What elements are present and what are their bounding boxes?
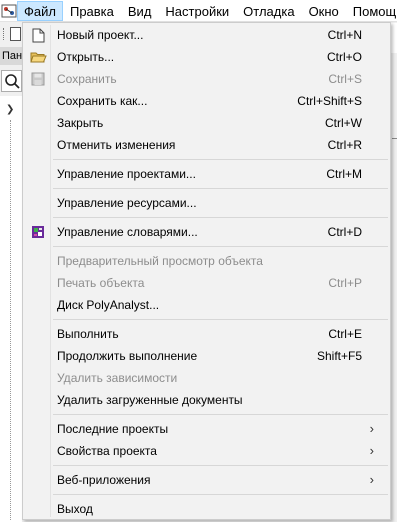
open-folder-icon [23, 46, 53, 68]
menu-window[interactable]: Окно [302, 1, 346, 21]
menu-item-open[interactable]: Открыть... Ctrl+O [23, 46, 390, 68]
save-disk-icon [23, 68, 53, 90]
menu-item-label: Сохранить [57, 72, 117, 86]
menu-item-label: Отменить изменения [57, 138, 176, 152]
menu-item-label: Веб-приложения [57, 473, 151, 487]
menu-item-shortcut: Shift+F5 [316, 349, 362, 363]
menu-item-label: Удалить загруженные документы [57, 393, 243, 407]
menu-item-close[interactable]: Закрыть Ctrl+W [23, 112, 390, 134]
menu-item-label: Последние проекты [57, 422, 169, 436]
menu-item-delete-loaded-documents[interactable]: Удалить загруженные документы [23, 389, 390, 411]
menu-item-polyanalyst-disk[interactable]: Диск PolyAnalyst... [23, 294, 390, 316]
menu-item-shortcut: Ctrl+N [327, 28, 362, 42]
menu-item-recent-projects[interactable]: Последние проекты › [23, 418, 390, 440]
app-logo-icon[interactable] [1, 1, 17, 21]
menu-item-shortcut: Ctrl+R [327, 138, 362, 152]
menu-item-shortcut: Ctrl+S [328, 72, 362, 86]
menu-debug[interactable]: Отладка [236, 1, 301, 21]
menu-item-shortcut: Ctrl+D [327, 225, 362, 239]
search-input[interactable] [1, 70, 22, 92]
menu-item-label: Управление словарями... [57, 225, 198, 239]
menu-item-save[interactable]: Сохранить Ctrl+S [23, 68, 390, 90]
file-menu-dropdown: Новый проект... Ctrl+N Открыть... Ctrl+O… [22, 22, 391, 520]
toolbar [0, 23, 22, 45]
menu-item-exit[interactable]: Выход [23, 498, 390, 520]
menu-item-label: Новый проект... [57, 28, 144, 42]
menu-item-shortcut: Ctrl+Shift+S [297, 94, 362, 108]
dictionary-icon [23, 221, 53, 243]
menu-separator [23, 411, 390, 418]
menu-help[interactable]: Помощь [346, 1, 397, 21]
menu-item-shortcut: Ctrl+P [328, 276, 362, 290]
menu-item-shortcut: Ctrl+E [328, 327, 362, 341]
menu-item-object-preview[interactable]: Предварительный просмотр объекта [23, 250, 390, 272]
menu-item-label: Управление ресурсами... [57, 196, 197, 210]
menu-separator [23, 214, 390, 221]
divider [392, 138, 397, 139]
menu-item-delete-dependencies[interactable]: Удалить зависимости [23, 367, 390, 389]
menu-separator [23, 156, 390, 163]
toolbar-grip[interactable] [3, 28, 6, 40]
tree-line [10, 120, 11, 520]
menu-separator [23, 491, 390, 498]
menu-edit[interactable]: Правка [63, 1, 121, 21]
menu-item-label: Печать объекта [57, 276, 145, 290]
menu-settings[interactable]: Настройки [158, 1, 236, 21]
menu-item-undo-changes[interactable]: Отменить изменения Ctrl+R [23, 134, 390, 156]
chevron-right-icon: › [369, 443, 374, 458]
menu-item-manage-resources[interactable]: Управление ресурсами... [23, 192, 390, 214]
menu-item-manage-projects[interactable]: Управление проектами... Ctrl+M [23, 163, 390, 185]
menu-item-label: Открыть... [57, 50, 115, 64]
menu-separator [23, 185, 390, 192]
menu-item-save-as[interactable]: Сохранить как... Ctrl+Shift+S [23, 90, 390, 112]
menu-item-manage-dictionaries[interactable]: Управление словарями... Ctrl+D [23, 221, 390, 243]
menu-item-label: Закрыть [57, 116, 104, 130]
menu-item-shortcut: Ctrl+M [326, 167, 362, 181]
menu-item-label: Продолжить выполнение [57, 349, 198, 363]
menu-file[interactable]: Файл [17, 0, 63, 21]
menu-item-label: Диск PolyAnalyst... [57, 298, 160, 312]
menu-item-shortcut: Ctrl+W [325, 116, 362, 130]
menu-item-project-properties[interactable]: Свойства проекта › [23, 440, 390, 462]
chevron-right-icon: › [369, 472, 374, 487]
menu-item-continue-execution[interactable]: Продолжить выполнение Shift+F5 [23, 345, 390, 367]
new-document-icon [23, 24, 53, 46]
menu-separator [23, 316, 390, 323]
menu-item-label: Сохранить как... [57, 94, 148, 108]
menu-bar: Файл Правка Вид Настройки Отладка Окно П… [0, 0, 397, 22]
menu-item-label: Удалить зависимости [57, 371, 178, 385]
search-icon [5, 74, 20, 89]
menu-item-label: Выход [57, 502, 93, 516]
chevron-right-icon: › [369, 421, 374, 436]
menu-item-new-project[interactable]: Новый проект... Ctrl+N [23, 24, 390, 46]
menu-item-label: Предварительный просмотр объекта [57, 254, 263, 268]
menu-item-execute[interactable]: Выполнить Ctrl+E [23, 323, 390, 345]
menu-item-label: Управление проектами... [57, 167, 196, 181]
project-tree[interactable]: ❯ [0, 96, 22, 522]
background-panel [391, 23, 397, 53]
menu-item-label: Свойства проекта [57, 444, 157, 458]
menu-separator [23, 243, 390, 250]
new-document-icon[interactable] [10, 27, 21, 41]
menu-item-label: Выполнить [57, 327, 119, 341]
chevron-down-icon[interactable]: ❯ [6, 104, 14, 115]
panel-tab[interactable]: Пан [0, 47, 22, 65]
menu-view[interactable]: Вид [121, 1, 159, 21]
menu-item-shortcut: Ctrl+O [326, 50, 362, 64]
menu-separator [23, 462, 390, 469]
menu-item-print-object[interactable]: Печать объекта Ctrl+P [23, 272, 390, 294]
menu-item-web-apps[interactable]: Веб-приложения › [23, 469, 390, 491]
